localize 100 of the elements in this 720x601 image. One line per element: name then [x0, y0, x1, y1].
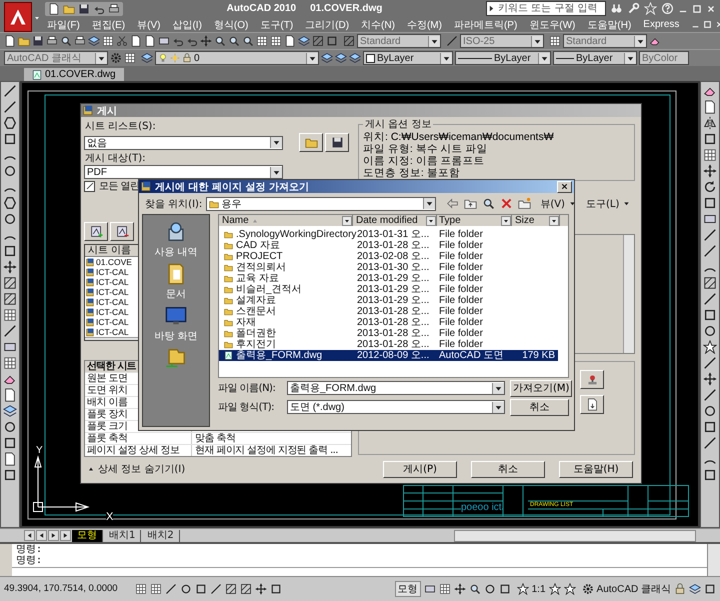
status-toggle-icon[interactable]	[424, 583, 436, 595]
hatch-icon[interactable]	[3, 292, 17, 306]
square-icon[interactable]	[3, 468, 17, 482]
menu-item[interactable]: 삽입(I)	[172, 18, 202, 32]
menu-item[interactable]: 파라메트릭(P)	[454, 18, 518, 32]
file-row[interactable]: 비슬러_견적서 2013-01-29 오... File folder	[219, 284, 558, 295]
place-item[interactable]: 바탕 화면	[154, 329, 198, 343]
lock-icon[interactable]	[674, 583, 686, 595]
publish-to-dropdown[interactable]: PDF	[84, 165, 283, 179]
plot-stamp-button[interactable]	[580, 370, 604, 389]
hexagon-icon[interactable]	[3, 196, 17, 210]
up-folder-icon[interactable]	[464, 197, 478, 210]
annotation-icon[interactable]	[564, 583, 576, 595]
binoculars-icon[interactable]	[610, 2, 623, 15]
table-style-icon[interactable]	[549, 35, 561, 47]
page-icon[interactable]	[4, 35, 16, 47]
document-tab[interactable]: 01.COVER.dwg	[24, 68, 124, 81]
magnifier-icon[interactable]	[214, 35, 226, 47]
status-toggle-icon[interactable]	[195, 583, 207, 595]
file-name-field[interactable]: 출력용_FORM.dwg	[287, 381, 505, 395]
hexagon-icon[interactable]	[3, 116, 17, 130]
file-row[interactable]: .SynologyWorkingDirectory2013-01-31 오... File folder	[219, 229, 558, 240]
move-icon[interactable]	[200, 35, 212, 47]
layers-icon[interactable]	[88, 35, 100, 47]
back-arrow-icon[interactable]	[446, 197, 460, 210]
grid-icon[interactable]	[3, 308, 17, 322]
line-icon[interactable]	[703, 228, 717, 242]
gear-icon[interactable]	[582, 583, 594, 595]
look-in-dropdown[interactable]: 용우	[206, 196, 436, 210]
page-icon[interactable]	[703, 100, 717, 114]
menu-item[interactable]: 편집(E)	[92, 18, 126, 32]
square-icon[interactable]	[3, 132, 17, 146]
file-row[interactable]: 설계자료 2013-01-29 오... File folder	[219, 295, 558, 306]
printer-icon[interactable]	[74, 35, 86, 47]
grid-icon[interactable]	[124, 52, 136, 64]
rectangle-icon[interactable]	[3, 340, 17, 354]
file-row[interactable]: 교육 자료 2013-01-29 오... File folder	[219, 273, 558, 284]
line-icon[interactable]	[703, 356, 717, 370]
hatch-icon[interactable]	[3, 276, 17, 290]
page-icon[interactable]	[48, 2, 60, 14]
dialog-button[interactable]: 취소	[471, 460, 545, 478]
mirror-icon[interactable]	[703, 116, 717, 130]
tools-menu[interactable]: 도구(L)	[586, 196, 632, 210]
sheet-list-dropdown[interactable]: 없음	[84, 136, 283, 150]
sheet-name[interactable]: ICT-CAL	[96, 317, 129, 327]
view-menu[interactable]: 뷰(V)	[540, 196, 577, 210]
file-row[interactable]: 스캔문서 2013-01-28 오... File folder	[219, 306, 558, 317]
help-icon[interactable]	[661, 2, 674, 15]
vertical-scrollbar[interactable]	[623, 235, 634, 353]
page-icon[interactable]	[3, 452, 17, 466]
sheet-name[interactable]: ICT-CAL	[96, 277, 129, 287]
add-sheets-button[interactable]	[84, 222, 108, 241]
workspace-dropdown[interactable]: AutoCAD 클래식	[4, 51, 108, 65]
sheet-name[interactable]: 01.COVE	[96, 257, 132, 267]
layers-icon[interactable]	[298, 35, 310, 47]
annotation-icon[interactable]	[548, 583, 561, 595]
import-button[interactable]: 가져오기(M)	[510, 380, 572, 396]
star-icon[interactable]	[703, 340, 717, 354]
column-header[interactable]: Size	[512, 215, 560, 226]
place-item[interactable]: 문서	[166, 287, 186, 301]
lineweight-dropdown[interactable]: ByLayer	[553, 51, 637, 65]
move-icon[interactable]	[3, 260, 17, 274]
move-icon[interactable]	[703, 372, 717, 386]
status-toggle-icon[interactable]	[135, 583, 147, 595]
page-icon[interactable]	[130, 35, 142, 47]
annotation-scale-icon[interactable]	[516, 583, 529, 595]
rectangle-icon[interactable]	[703, 212, 717, 226]
navigation-icon[interactable]	[468, 583, 481, 595]
layout-tab[interactable]: 모형	[72, 530, 103, 542]
circle-icon[interactable]	[3, 164, 17, 178]
import-page-setup-button[interactable]	[580, 395, 604, 414]
circle-icon[interactable]	[3, 420, 17, 434]
circle-icon[interactable]	[703, 404, 717, 418]
app-logo[interactable]	[4, 2, 32, 32]
triangle-icon[interactable]	[487, 4, 496, 13]
hatch-icon[interactable]	[703, 276, 717, 290]
place-item[interactable]: 사용 내역	[154, 245, 198, 259]
file-row[interactable]: PROJECT 2013-02-08 오... File folder	[219, 251, 558, 262]
status-toggle-icon[interactable]	[225, 583, 237, 595]
details-toggle[interactable]: 상세 정보 숨기기(I)	[87, 462, 186, 476]
menu-item[interactable]: 도움말(H)	[587, 18, 632, 32]
square-icon[interactable]	[703, 196, 717, 210]
grid-icon[interactable]	[3, 356, 17, 370]
file-row[interactable]: CAD 자료 2013-01-28 오... File folder	[219, 240, 558, 251]
square-icon[interactable]	[703, 308, 717, 322]
square-icon[interactable]	[703, 132, 717, 146]
magnifier-icon[interactable]	[228, 35, 240, 47]
network-folder-icon[interactable]	[165, 347, 187, 369]
sheet-name[interactable]: ICT-CAL	[96, 267, 129, 277]
rectangle-icon[interactable]	[158, 35, 170, 47]
gear-icon[interactable]	[110, 52, 122, 64]
line-icon[interactable]	[703, 436, 717, 450]
page-icon[interactable]	[284, 35, 296, 47]
column-header[interactable]: Type	[437, 215, 512, 226]
status-toggle-icon[interactable]	[438, 583, 451, 595]
square-icon[interactable]	[3, 436, 17, 450]
navigation-icon[interactable]	[498, 583, 511, 595]
layers-icon[interactable]	[689, 583, 701, 595]
menu-item[interactable]: 윈도우(W)	[529, 18, 576, 32]
status-toggle-icon[interactable]	[180, 583, 192, 595]
